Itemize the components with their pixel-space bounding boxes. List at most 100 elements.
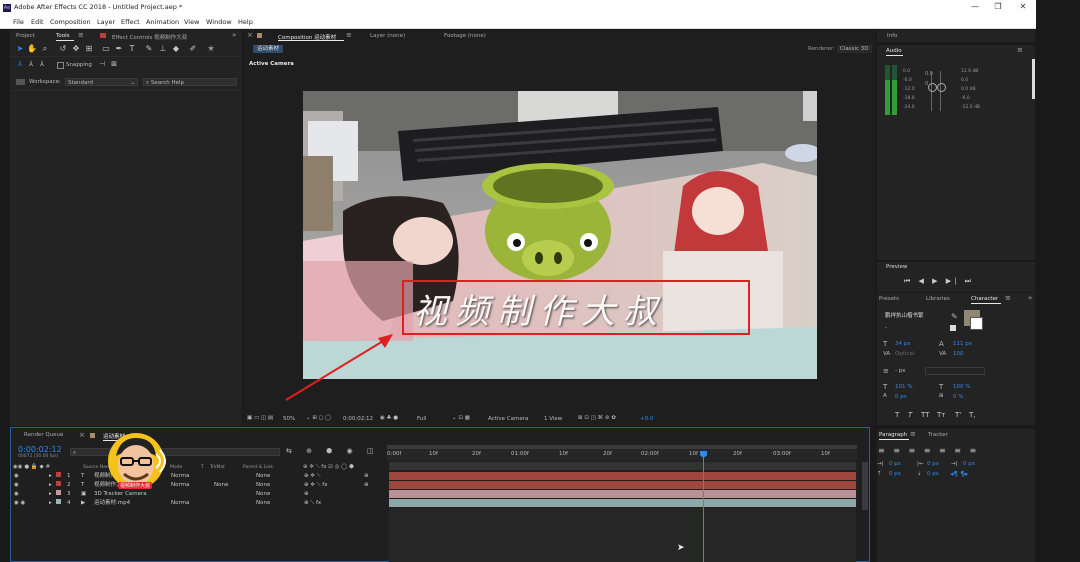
pan-behind-tool-icon[interactable]: ⊞ bbox=[84, 44, 94, 54]
layer-bar[interactable] bbox=[389, 472, 856, 480]
subscript-button[interactable]: T, bbox=[969, 411, 976, 419]
time-ruler[interactable]: 0:00f 10f 20f 01:00f 10f 20f 02:00f 10f … bbox=[387, 449, 857, 461]
menu-layer[interactable]: Layer bbox=[97, 18, 115, 26]
tab-tracker[interactable]: Tracker bbox=[928, 432, 948, 438]
resolution-select[interactable]: Full bbox=[417, 416, 426, 422]
layer-bar[interactable] bbox=[389, 499, 856, 507]
type-tool-icon[interactable]: T bbox=[127, 44, 137, 54]
snapshot-icon[interactable]: ◉ ♣ ● bbox=[380, 415, 398, 421]
menu-file[interactable]: File bbox=[13, 18, 24, 26]
pen-tool-icon[interactable]: ✒ bbox=[114, 44, 124, 54]
space-before-value[interactable]: 0 px bbox=[889, 471, 901, 477]
timeline-timecode[interactable]: 0:00:02:12 bbox=[18, 445, 62, 454]
camera-view-select[interactable]: Active Camera bbox=[488, 416, 528, 422]
table-row[interactable]: ◉ ◉ ▸ 4 ▶ 运动素材.mp4 Norma None ⊕ ⟍ fx bbox=[11, 499, 387, 507]
view-axis-icon[interactable]: ⅄ bbox=[37, 59, 47, 69]
font-family-select[interactable]: 鹏祥执山楷书繁 bbox=[883, 312, 946, 320]
tab-effect-controls[interactable]: Effect Controls 视频制作大叔 bbox=[112, 33, 187, 41]
tools-menu-icon[interactable]: ≡ bbox=[78, 31, 84, 39]
region-icon[interactable]: ⌄ ⊡ ▦ bbox=[452, 415, 470, 421]
snapping-checkbox[interactable] bbox=[57, 62, 64, 69]
indent-left-value[interactable]: 0 px bbox=[889, 461, 901, 467]
snap-feature-icon[interactable]: ⊠ bbox=[109, 59, 119, 69]
eraser-tool-icon[interactable]: ◆ bbox=[171, 44, 181, 54]
col-mode[interactable]: Mode bbox=[170, 465, 182, 470]
zoom-select[interactable]: 50% bbox=[283, 416, 295, 422]
menu-effect[interactable]: Effect bbox=[121, 18, 140, 26]
camera-tool-icon[interactable]: ✥ bbox=[71, 44, 81, 54]
overlay-title-text[interactable]: 视频制作大叔 bbox=[413, 284, 743, 332]
no-fill-swatch[interactable] bbox=[950, 325, 956, 331]
menu-composition[interactable]: Composition bbox=[50, 18, 91, 26]
tab-layer[interactable]: Layer (none) bbox=[370, 33, 405, 39]
audio-faders[interactable] bbox=[928, 71, 946, 111]
rotate-tool-icon[interactable]: ↺ bbox=[58, 44, 68, 54]
tab-presets[interactable]: Presets bbox=[879, 296, 899, 302]
timeline-search-input[interactable]: ⌕ bbox=[70, 448, 280, 456]
baseline-value[interactable]: 0 px bbox=[895, 394, 907, 400]
font-style-select[interactable]: - bbox=[883, 324, 945, 332]
faux-italic-button[interactable]: T bbox=[908, 411, 912, 419]
local-axis-icon[interactable]: ⅄ bbox=[15, 59, 25, 69]
rectangle-tool-icon[interactable]: ▭ bbox=[101, 44, 111, 54]
font-size-value[interactable]: 34 px bbox=[895, 341, 911, 347]
tab-project[interactable]: Project bbox=[16, 33, 35, 39]
clone-stamp-tool-icon[interactable]: ⊥ bbox=[158, 44, 168, 54]
viewer-timecode[interactable]: 0;00;02;12 bbox=[343, 416, 373, 422]
table-row[interactable]: ◉ ▸ 2 T 视频制作大叔 Norma None None ⊕ ✲ ⟍ fx ⊕ bbox=[11, 481, 387, 489]
menu-edit[interactable]: Edit bbox=[31, 18, 44, 26]
direction-buttons[interactable]: ◂¶ ¶▸ bbox=[950, 470, 968, 478]
snap-edge-icon[interactable]: ⊣ bbox=[97, 59, 107, 69]
tracking-value[interactable]: 100 bbox=[953, 351, 964, 357]
all-caps-button[interactable]: TT bbox=[921, 411, 929, 419]
grid-options-icon[interactable]: ⌄ ⊞ ◻ ◯ bbox=[306, 415, 331, 421]
preview-controls[interactable]: ⏮ ◀ ▶ ▶| ⏭ bbox=[904, 277, 974, 286]
view-layout-select[interactable]: 1 View bbox=[544, 416, 562, 422]
layer-bar[interactable] bbox=[389, 490, 856, 498]
col-trkmat[interactable]: TrkMat bbox=[210, 465, 225, 470]
menu-window[interactable]: Window bbox=[206, 18, 232, 26]
table-row[interactable]: ◉ ▸ 3 ▣ 3D Tracker Camera None ⊕ bbox=[11, 490, 387, 498]
menu-view[interactable]: View bbox=[184, 18, 199, 26]
brush-tool-icon[interactable]: ✎ bbox=[144, 44, 154, 54]
roto-brush-tool-icon[interactable]: ✐ bbox=[188, 44, 198, 54]
menu-help[interactable]: Help bbox=[238, 18, 253, 26]
stroke-width-value[interactable]: - px bbox=[895, 368, 905, 374]
maximize-button[interactable]: ❐ bbox=[991, 2, 1005, 11]
tsume-value[interactable]: 0 % bbox=[953, 394, 963, 400]
puppet-tool-icon[interactable]: ✭ bbox=[206, 44, 216, 54]
search-help-input[interactable]: ⌕ Search Help bbox=[143, 78, 237, 86]
world-axis-icon[interactable]: ⅄ bbox=[26, 59, 36, 69]
tab-libraries[interactable]: Libraries bbox=[926, 296, 950, 302]
panel-collapse-icon[interactable]: × bbox=[247, 31, 253, 39]
timeline-scrollbar[interactable] bbox=[862, 462, 868, 510]
tab-preview[interactable]: Preview bbox=[886, 264, 907, 270]
stroke-color-swatch[interactable] bbox=[970, 317, 983, 330]
col-t[interactable]: T bbox=[201, 465, 204, 470]
paragraph-menu-icon[interactable]: ≡ bbox=[910, 430, 916, 438]
audio-menu-icon[interactable]: ≡ bbox=[1017, 46, 1023, 54]
panel-expand-icon[interactable]: » bbox=[232, 31, 236, 39]
first-line-value[interactable]: 0 px bbox=[963, 461, 975, 467]
eyedropper-icon[interactable]: ✎ bbox=[951, 312, 958, 321]
hand-tool-icon[interactable]: ✋ bbox=[27, 44, 37, 54]
audio-scrollbar[interactable] bbox=[1032, 59, 1035, 99]
superscript-button[interactable]: T' bbox=[955, 411, 961, 419]
kerning-value[interactable]: Optical bbox=[895, 351, 914, 357]
align-buttons[interactable]: ≡ ≡ ≡ ≡ ≡ ≡ ≡ bbox=[878, 446, 979, 455]
tab-audio[interactable]: Audio bbox=[886, 48, 902, 54]
current-time-indicator[interactable] bbox=[703, 452, 704, 562]
layer-bar[interactable] bbox=[389, 481, 856, 489]
menu-animation[interactable]: Animation bbox=[146, 18, 179, 26]
comp-menu-icon[interactable]: ≡ bbox=[346, 31, 352, 39]
renderer-value[interactable]: Classic 3D bbox=[837, 45, 872, 53]
tab-tools[interactable]: Tools bbox=[56, 33, 70, 39]
character-menu-icon[interactable]: ≡ bbox=[1005, 294, 1011, 302]
viewer-extra-icon[interactable]: ⊠ ⊡ ◳ ⌘ ⊛ ✿ bbox=[578, 415, 616, 421]
close-button[interactable]: ✕ bbox=[1016, 2, 1030, 11]
tab-footage[interactable]: Footage (none) bbox=[444, 33, 486, 39]
small-caps-button[interactable]: Tт bbox=[937, 411, 945, 419]
tab-character[interactable]: Character bbox=[971, 296, 998, 302]
space-after-value[interactable]: 0 px bbox=[927, 471, 939, 477]
timeline-close-icon[interactable]: × bbox=[79, 431, 85, 439]
